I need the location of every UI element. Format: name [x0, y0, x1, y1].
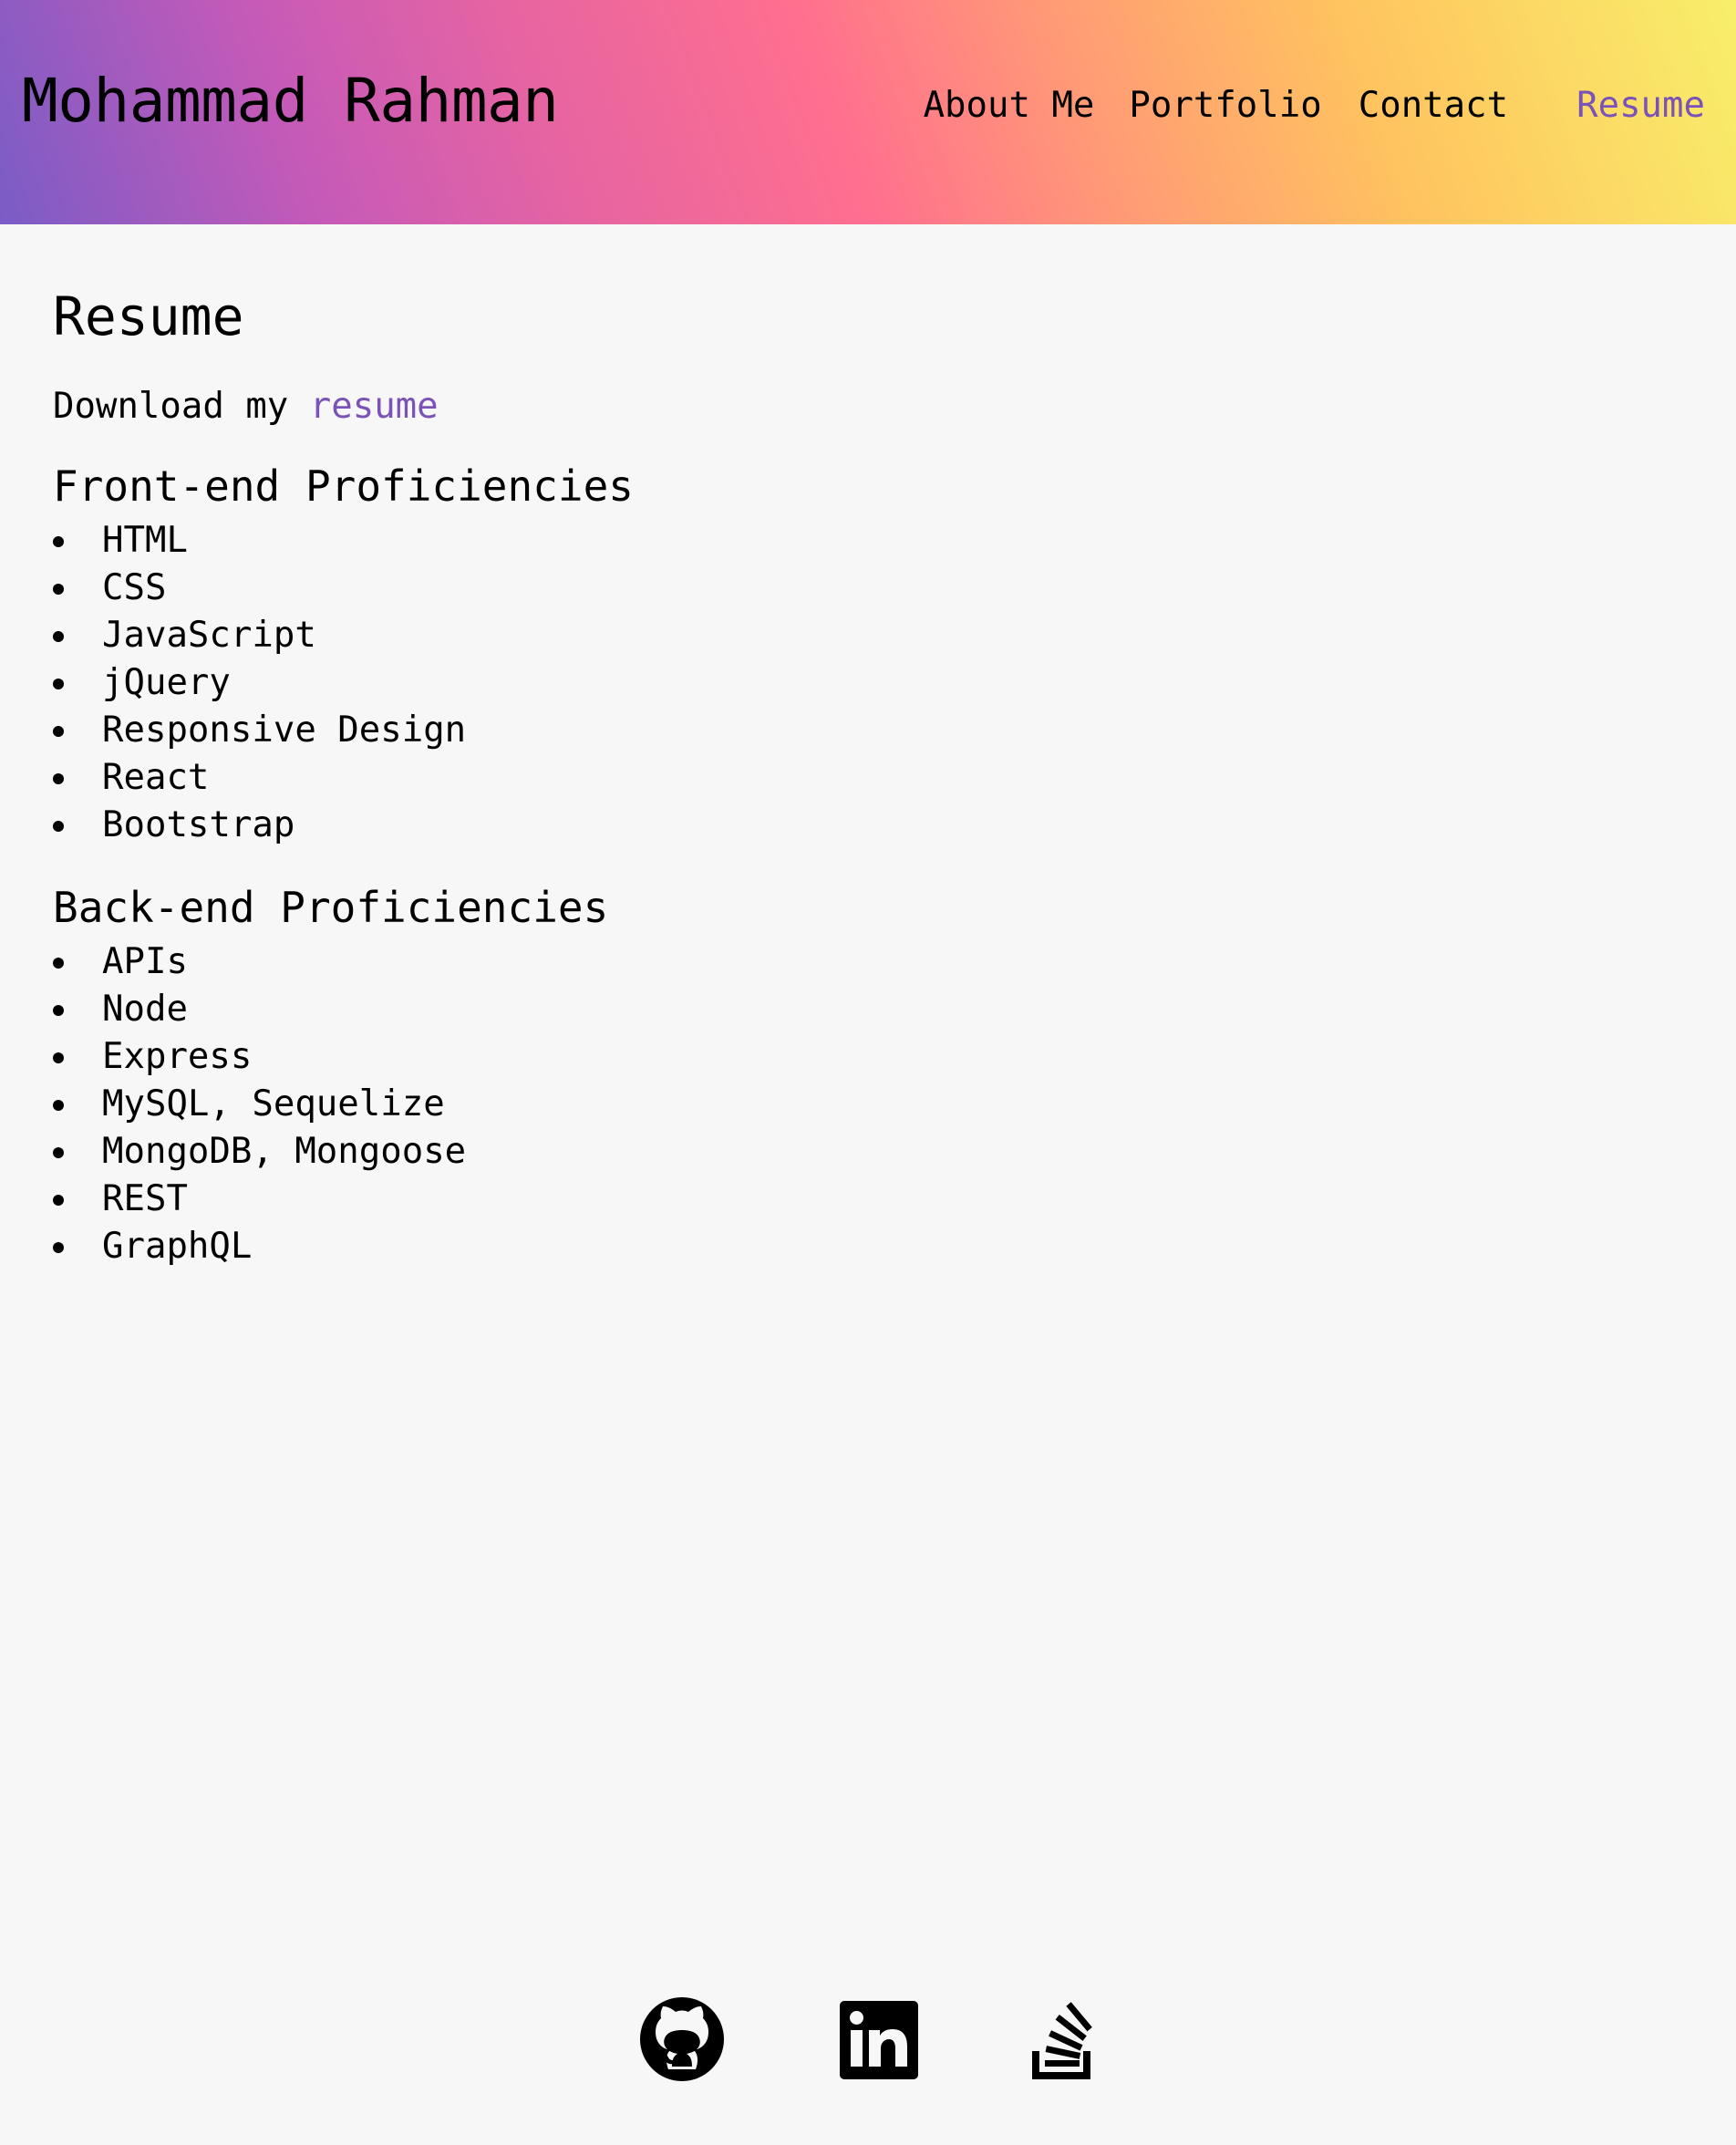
back-end-title: Back-end Proficiencies [53, 883, 609, 932]
nav-contact[interactable]: Contact [1359, 88, 1508, 123]
github-icon[interactable] [640, 1997, 724, 2081]
linkedin-icon[interactable] [840, 2001, 918, 2079]
nav-about-me[interactable]: About Me [924, 88, 1095, 123]
front-end-item: JavaScript [53, 612, 1603, 659]
back-end-item: MySQL, Sequelize [53, 1081, 1603, 1128]
front-end-list: HTML CSS JavaScript jQuery Responsive De… [53, 517, 1603, 849]
back-end-item: Express [53, 1033, 1603, 1081]
main-nav: About Me Portfolio Contact Resume [924, 88, 1705, 123]
social-links [0, 1997, 1736, 2081]
back-end-item: GraphQL [53, 1223, 1603, 1270]
back-end-item: Node [53, 986, 1603, 1033]
nav-resume[interactable]: Resume [1576, 88, 1705, 123]
back-end-item: MongoDB, Mongoose [53, 1128, 1603, 1176]
front-end-item: HTML [53, 517, 1603, 565]
front-end-item: CSS [53, 565, 1603, 612]
download-resume-line: Download my resume [53, 389, 1603, 424]
front-end-item: jQuery [53, 659, 1603, 707]
front-end-item: React [53, 754, 1603, 802]
main-content: Resume Download my resume Front-end Prof… [53, 290, 1603, 1270]
back-end-list: APIs Node Express MySQL, Sequelize Mongo… [53, 938, 1603, 1270]
resume-download-link[interactable]: resume [310, 386, 439, 427]
page-title: Resume [53, 285, 244, 347]
site-title: Mohammad Rahman [22, 66, 559, 136]
front-end-item: Responsive Design [53, 707, 1603, 754]
site-header: Mohammad Rahman About Me Portfolio Conta… [0, 0, 1736, 224]
back-end-item: REST [53, 1176, 1603, 1223]
front-end-title: Front-end Proficiencies [53, 461, 634, 511]
download-prefix: Download my [53, 386, 289, 427]
nav-portfolio[interactable]: Portfolio [1129, 88, 1321, 123]
front-end-item: Bootstrap [53, 802, 1603, 849]
stack-overflow-icon[interactable] [1032, 2001, 1098, 2079]
back-end-item: APIs [53, 938, 1603, 986]
